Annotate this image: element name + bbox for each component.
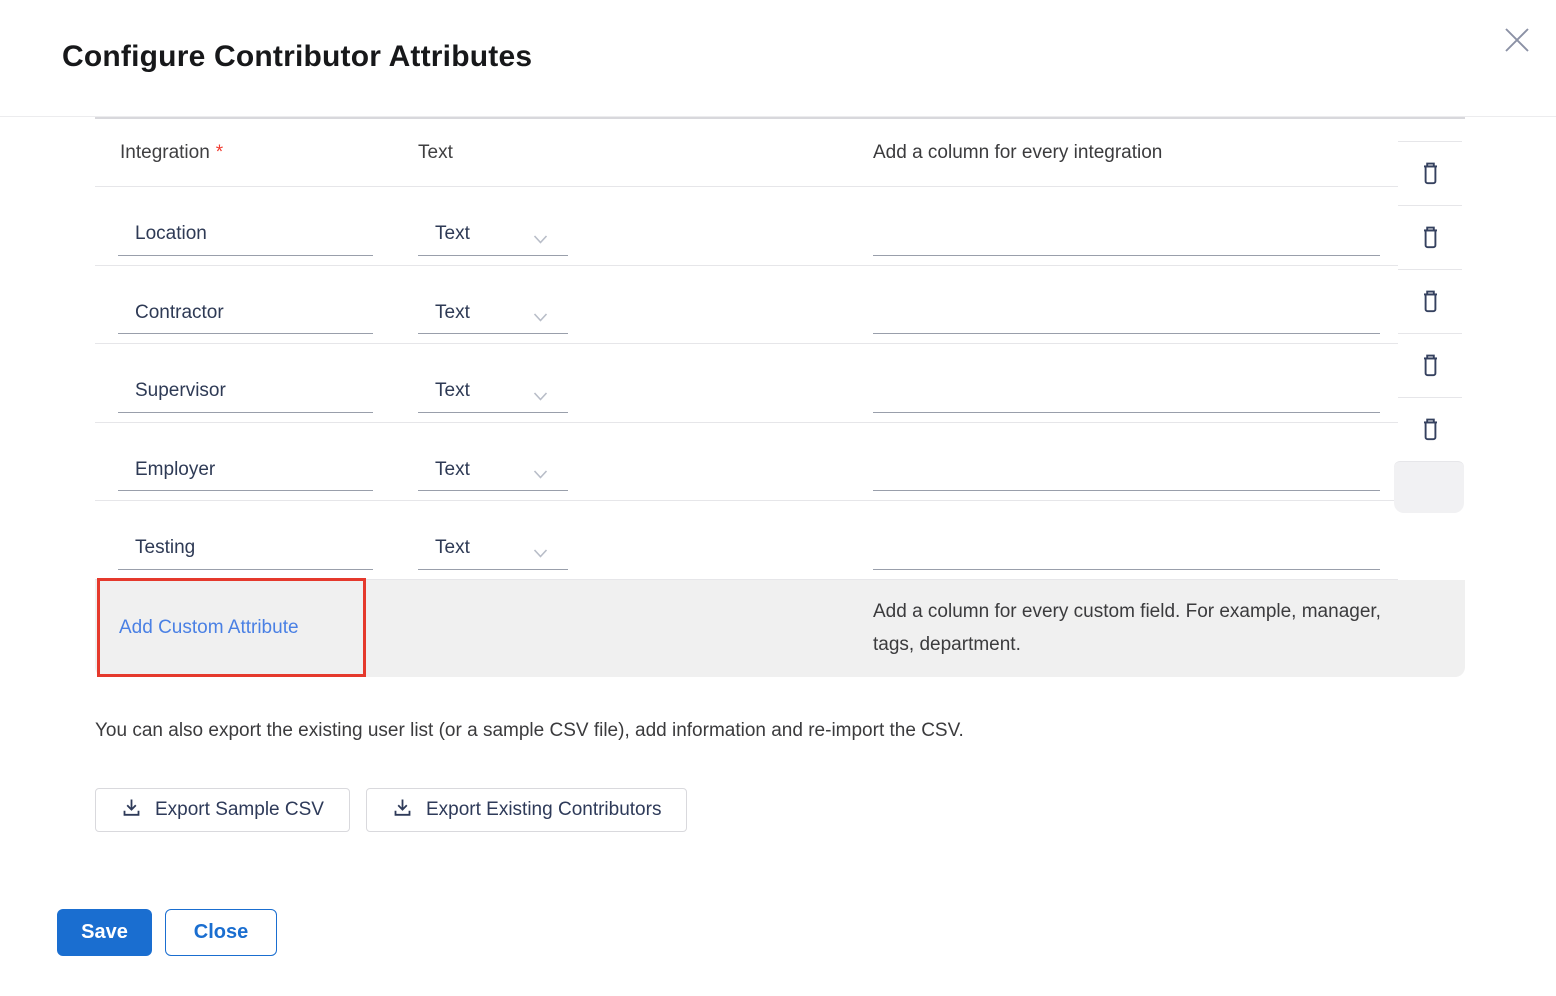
attribute-type-value: Text xyxy=(435,302,470,324)
trash-icon xyxy=(1418,239,1443,254)
attribute-type-select[interactable]: Text xyxy=(418,528,568,570)
attribute-column-cell: Add a column for every integration xyxy=(873,142,1398,164)
chevron-down-icon xyxy=(533,231,548,249)
attribute-name-input[interactable]: Contractor xyxy=(118,292,373,334)
export-existing-contributors-button[interactable]: Export Existing Contributors xyxy=(366,788,688,832)
export-existing-contributors-label: Export Existing Contributors xyxy=(426,799,662,821)
required-asterisk: * xyxy=(216,142,223,163)
chevron-down-icon xyxy=(533,388,548,406)
delete-cell xyxy=(1398,397,1462,461)
delete-cell xyxy=(1398,269,1462,333)
attribute-name-input[interactable]: Employer xyxy=(118,449,373,491)
attribute-type-select[interactable]: Text xyxy=(418,292,568,334)
trash-icon xyxy=(1418,175,1443,190)
delete-cell xyxy=(1398,141,1462,205)
add-custom-attribute-row: Add Custom Attribute Add a column for ev… xyxy=(95,580,1465,677)
attribute-name-input[interactable]: Testing xyxy=(118,528,373,570)
integration-note: Add a column for every integration xyxy=(873,142,1162,163)
attribute-type-cell: Text xyxy=(418,440,873,482)
table-row: Supervisor Text xyxy=(95,344,1398,423)
attribute-type-value: Text xyxy=(435,537,470,559)
export-sample-csv-label: Export Sample CSV xyxy=(155,799,324,821)
delete-column-empty-cell xyxy=(1394,461,1464,513)
attribute-name-cell: Location xyxy=(95,205,418,247)
trash-icon xyxy=(1418,367,1443,382)
attribute-column-input[interactable] xyxy=(873,528,1380,570)
attribute-type-select[interactable]: Text xyxy=(418,371,568,413)
close-button[interactable]: Close xyxy=(165,909,277,956)
attribute-type-cell: Text xyxy=(418,519,873,561)
trash-icon xyxy=(1418,303,1443,318)
integration-type-label: Text xyxy=(418,142,453,163)
delete-column xyxy=(1398,119,1462,513)
attribute-type-select[interactable]: Text xyxy=(418,214,568,256)
attribute-column-input[interactable] xyxy=(873,449,1380,491)
modal-header: Configure Contributor Attributes xyxy=(0,0,1556,117)
attribute-type-cell: Text xyxy=(418,205,873,247)
attribute-name-cell: Supervisor xyxy=(95,362,418,404)
attribute-name-cell: Testing xyxy=(95,519,418,561)
attribute-name-value: Contractor xyxy=(135,302,224,324)
attribute-column-cell xyxy=(873,205,1398,247)
delete-attribute-button[interactable] xyxy=(1416,286,1445,317)
delete-cell xyxy=(1398,205,1462,269)
export-buttons: Export Sample CSV Export Existing Contri… xyxy=(95,788,687,832)
attribute-type-cell: Text xyxy=(418,283,873,325)
attribute-name-cell: Contractor xyxy=(95,283,418,325)
attribute-column-input[interactable] xyxy=(873,292,1380,334)
attribute-column-input[interactable] xyxy=(873,214,1380,256)
attribute-name-value: Supervisor xyxy=(135,380,226,402)
add-custom-attribute-link[interactable]: Add Custom Attribute xyxy=(119,617,299,639)
delete-attribute-button[interactable] xyxy=(1416,222,1445,253)
attribute-name-input[interactable]: Supervisor xyxy=(118,371,373,413)
close-modal-button[interactable] xyxy=(1500,24,1534,58)
attribute-type-cell: Text xyxy=(418,362,873,404)
attributes-table: Integration * Text Add a column for every… xyxy=(95,119,1465,677)
attribute-column-cell xyxy=(873,519,1398,561)
export-sample-csv-button[interactable]: Export Sample CSV xyxy=(95,788,350,832)
attribute-name-value: Employer xyxy=(135,459,215,481)
save-button[interactable]: Save xyxy=(57,909,152,956)
footer-actions: Save Close xyxy=(57,909,277,956)
delete-attribute-button[interactable] xyxy=(1416,414,1445,445)
table-row: Location Text xyxy=(95,187,1398,266)
attribute-name-input[interactable]: Location xyxy=(118,214,373,256)
attribute-name-value: Testing xyxy=(135,537,195,559)
delete-cell xyxy=(1398,333,1462,397)
attribute-column-cell xyxy=(873,440,1398,482)
x-icon xyxy=(1502,43,1532,58)
attribute-type-value: Text xyxy=(435,459,470,481)
table-row: Contractor Text xyxy=(95,266,1398,345)
attribute-type-cell: Text xyxy=(418,142,873,164)
table-row: Employer Text xyxy=(95,423,1398,502)
export-help-text: You can also export the existing user li… xyxy=(95,720,964,742)
attribute-type-select[interactable]: Text xyxy=(418,449,568,491)
attribute-rows: Integration * Text Add a column for every… xyxy=(95,119,1398,580)
attribute-type-value: Text xyxy=(435,223,470,245)
integration-label: Integration xyxy=(120,142,210,163)
modal-title: Configure Contributor Attributes xyxy=(62,40,532,74)
attribute-column-input[interactable] xyxy=(873,371,1380,413)
chevron-down-icon xyxy=(533,466,548,484)
attribute-name-cell: Integration * xyxy=(95,142,418,164)
attribute-name-cell: Employer xyxy=(95,440,418,482)
trash-icon xyxy=(1418,431,1443,446)
download-icon xyxy=(121,797,142,824)
delete-attribute-button[interactable] xyxy=(1416,158,1445,189)
table-row-integration: Integration * Text Add a column for every… xyxy=(95,119,1398,187)
attribute-name-value: Location xyxy=(135,223,207,245)
attribute-type-value: Text xyxy=(435,380,470,402)
table-row: Testing Text xyxy=(95,501,1398,580)
delete-attribute-button[interactable] xyxy=(1416,350,1445,381)
attribute-column-cell xyxy=(873,362,1398,404)
attribute-column-cell xyxy=(873,283,1398,325)
chevron-down-icon xyxy=(533,545,548,563)
download-icon xyxy=(392,797,413,824)
custom-attribute-note: Add a column for every custom field. For… xyxy=(873,580,1393,677)
chevron-down-icon xyxy=(533,309,548,327)
